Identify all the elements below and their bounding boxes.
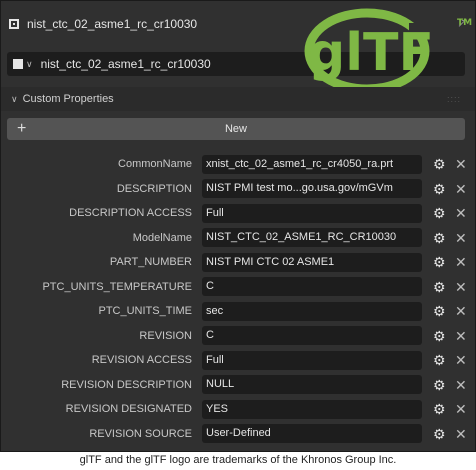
close-icon[interactable]: ✕ bbox=[455, 181, 467, 197]
property-name: ModelName bbox=[132, 231, 192, 244]
property-name: REVISION SOURCE bbox=[89, 427, 192, 440]
property-value-field[interactable]: NIST PMI test mo...go.usa.gov/mGVm bbox=[202, 179, 422, 199]
property-value-field[interactable]: YES bbox=[202, 399, 422, 419]
property-name: PTC_UNITS_TIME bbox=[98, 305, 192, 318]
property-list: CommonName xnist_ctc_02_asme1_rc_cr4050_… bbox=[1, 152, 476, 446]
property-value-field[interactable]: User-Defined bbox=[202, 424, 422, 444]
logo-trademark: TM bbox=[457, 18, 472, 28]
gear-icon[interactable]: ⚙ bbox=[433, 426, 446, 442]
close-icon[interactable]: ✕ bbox=[455, 426, 467, 442]
close-icon[interactable]: ✕ bbox=[455, 205, 467, 221]
property-name: DESCRIPTION bbox=[116, 182, 192, 195]
close-icon[interactable]: ✕ bbox=[455, 156, 467, 172]
gear-icon[interactable]: ⚙ bbox=[433, 401, 446, 417]
gear-icon[interactable]: ⚙ bbox=[433, 205, 446, 221]
property-value-field[interactable]: sec bbox=[202, 301, 422, 321]
gear-icon[interactable]: ⚙ bbox=[433, 352, 446, 368]
object-name[interactable]: nist_ctc_02_asme1_rc_cr10030 bbox=[27, 17, 197, 31]
property-name: REVISION bbox=[139, 329, 192, 342]
chevron-down-icon: ∨ bbox=[11, 93, 18, 104]
close-icon[interactable]: ✕ bbox=[455, 401, 467, 417]
close-icon[interactable]: ✕ bbox=[455, 254, 467, 270]
property-value-field[interactable]: xnist_ctc_02_asme1_rc_cr4050_ra.prt bbox=[202, 154, 422, 174]
property-name: PART_NUMBER bbox=[109, 256, 192, 269]
property-name: REVISION ACCESS bbox=[91, 354, 192, 367]
close-icon[interactable]: ✕ bbox=[455, 230, 467, 246]
gear-icon[interactable]: ⚙ bbox=[433, 303, 446, 319]
property-value-field[interactable]: Full bbox=[202, 203, 422, 223]
property-row: PTC_UNITS_TIME sec ⚙ ✕ bbox=[1, 299, 476, 324]
property-name: PTC_UNITS_TEMPERATURE bbox=[42, 280, 192, 293]
mesh-name[interactable]: nist_ctc_02_asme1_rc_cr10030 bbox=[41, 57, 211, 71]
property-value-field[interactable]: NIST PMI CTC 02 ASME1 bbox=[202, 252, 422, 272]
property-value-field[interactable]: NULL bbox=[202, 375, 422, 395]
gear-icon[interactable]: ⚙ bbox=[433, 377, 446, 393]
gear-icon[interactable]: ⚙ bbox=[433, 230, 446, 246]
property-value-field[interactable]: C bbox=[202, 326, 422, 346]
close-icon[interactable]: ✕ bbox=[455, 328, 467, 344]
gear-icon[interactable]: ⚙ bbox=[433, 181, 446, 197]
trademark-caption: glTF and the glTF logo are trademarks of… bbox=[79, 454, 397, 466]
new-property-button[interactable]: + New bbox=[7, 118, 465, 140]
property-row: DESCRIPTION ACCESS Full ⚙ ✕ bbox=[1, 201, 476, 226]
property-row: REVISION DESIGNATED YES ⚙ ✕ bbox=[1, 397, 476, 422]
gear-icon[interactable]: ⚙ bbox=[433, 328, 446, 344]
close-icon[interactable]: ✕ bbox=[455, 279, 467, 295]
property-row: CommonName xnist_ctc_02_asme1_rc_cr4050_… bbox=[1, 152, 476, 177]
property-row: REVISION C ⚙ ✕ bbox=[1, 324, 476, 349]
property-row: REVISION DESCRIPTION NULL ⚙ ✕ bbox=[1, 373, 476, 398]
property-value-field[interactable]: C bbox=[202, 277, 422, 297]
gltf-logo: glTF TM bbox=[304, 8, 472, 94]
close-icon[interactable]: ✕ bbox=[455, 352, 467, 368]
close-icon[interactable]: ✕ bbox=[455, 303, 467, 319]
property-row: DESCRIPTION NIST PMI test mo...go.usa.go… bbox=[1, 177, 476, 202]
property-name: DESCRIPTION ACCESS bbox=[69, 207, 192, 220]
property-row: REVISION SOURCE User-Defined ⚙ ✕ bbox=[1, 422, 476, 447]
property-row: PART_NUMBER NIST PMI CTC 02 ASME1 ⚙ ✕ bbox=[1, 250, 476, 275]
properties-panel: nist_ctc_02_asme1_rc_cr10030 ↗ ∨ nist_ct… bbox=[0, 0, 476, 452]
section-title: Custom Properties bbox=[22, 93, 114, 105]
property-row: REVISION ACCESS Full ⚙ ✕ bbox=[1, 348, 476, 373]
mesh-icon bbox=[13, 59, 23, 69]
property-value-field[interactable]: Full bbox=[202, 350, 422, 370]
gear-icon[interactable]: ⚙ bbox=[433, 279, 446, 295]
property-row: ModelName NIST_CTC_02_ASME1_RC_CR10030 ⚙… bbox=[1, 226, 476, 251]
plus-icon: + bbox=[17, 120, 27, 137]
gear-icon[interactable]: ⚙ bbox=[433, 254, 446, 270]
property-row: PTC_UNITS_TEMPERATURE C ⚙ ✕ bbox=[1, 275, 476, 300]
object-icon bbox=[9, 19, 19, 29]
chevron-down-icon: ∨ bbox=[26, 58, 33, 69]
property-value-field[interactable]: NIST_CTC_02_ASME1_RC_CR10030 bbox=[202, 228, 422, 248]
mesh-type-dropdown[interactable]: ∨ bbox=[13, 59, 33, 70]
property-name: REVISION DESCRIPTION bbox=[61, 378, 192, 391]
new-button-label: New bbox=[224, 123, 247, 135]
logo-text: glTF bbox=[308, 23, 434, 83]
gear-icon[interactable]: ⚙ bbox=[433, 156, 446, 172]
close-icon[interactable]: ✕ bbox=[455, 377, 467, 393]
property-name: CommonName bbox=[118, 158, 192, 171]
drag-grip-icon[interactable]: :::: bbox=[447, 94, 461, 104]
custom-properties-header[interactable]: ∨ Custom Properties :::: bbox=[1, 87, 475, 111]
property-name: REVISION DESIGNATED bbox=[65, 403, 192, 416]
